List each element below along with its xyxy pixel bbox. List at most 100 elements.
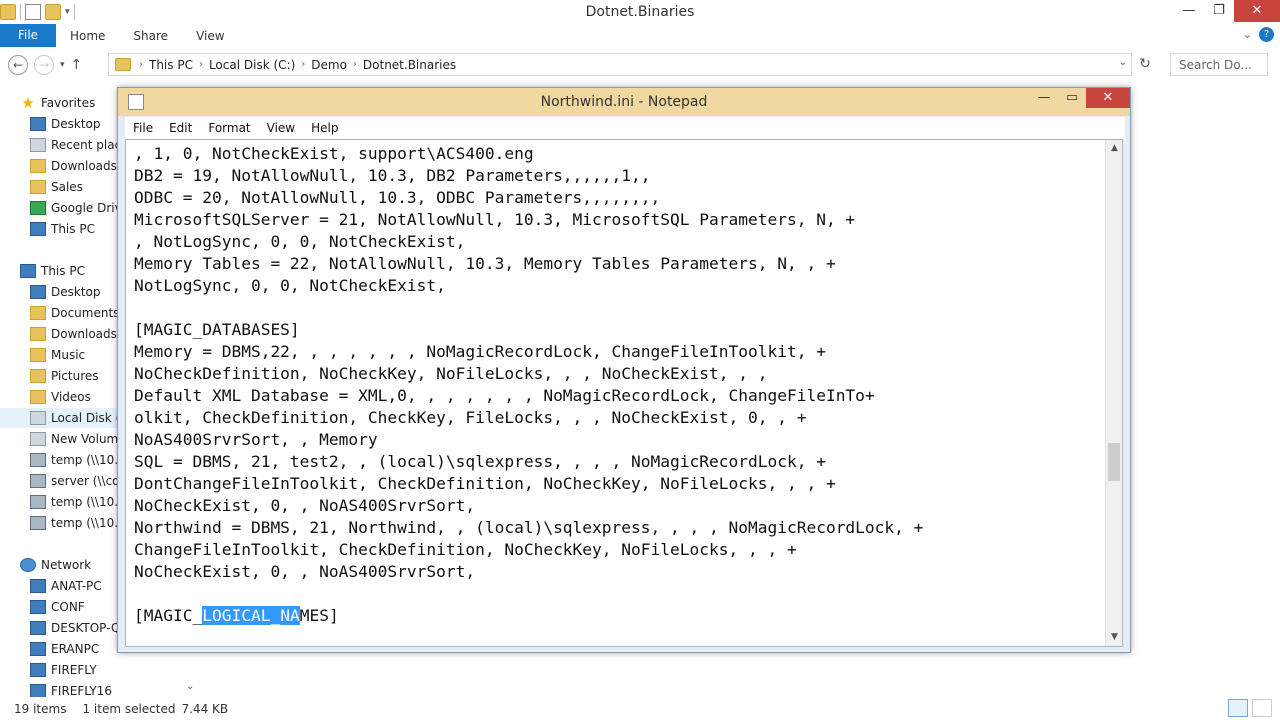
nav-item[interactable]: Google Drive bbox=[30, 198, 129, 218]
menu-view[interactable]: View bbox=[259, 121, 303, 135]
minimize-button[interactable]: — bbox=[1030, 88, 1058, 108]
maximize-button[interactable]: ▭ bbox=[1058, 88, 1086, 108]
notepad-text-area[interactable]: , 1, 0, NotCheckExist, support\ACS400.en… bbox=[125, 139, 1123, 647]
nav-label: ERANPC bbox=[51, 642, 100, 656]
nav-item[interactable]: Videos bbox=[30, 387, 91, 407]
menu-format[interactable]: Format bbox=[200, 121, 258, 135]
breadcrumb-demo[interactable]: Demo bbox=[307, 58, 351, 72]
notepad-window: Northwind.ini - Notepad — ▭ ✕ File Edit … bbox=[117, 87, 1131, 653]
text-line bbox=[134, 297, 923, 319]
nav-label: Desktop bbox=[51, 285, 101, 299]
nav-item[interactable]: New Volume bbox=[30, 429, 126, 449]
chevron-right-icon[interactable]: › bbox=[351, 59, 359, 70]
nav-item[interactable]: Recent place bbox=[30, 135, 129, 155]
nav-item[interactable]: Desktop bbox=[30, 282, 101, 302]
nav-item[interactable]: Downloads bbox=[30, 156, 117, 176]
text-line: DB2 = 19, NotAllowNull, 10.3, DB2 Parame… bbox=[134, 166, 651, 185]
notepad-title: Northwind.ini - Notepad bbox=[540, 94, 708, 110]
navigation-buttons: ← → ▾ ↑ bbox=[8, 55, 82, 75]
nav-item[interactable]: temp (\\10.1 bbox=[30, 492, 126, 512]
up-button[interactable]: ↑ bbox=[71, 57, 83, 73]
scroll-down-icon[interactable]: ⌄ bbox=[186, 681, 194, 692]
nav-this-pc[interactable]: This PC bbox=[20, 261, 85, 281]
text-line: NoCheckExist, 0, , NoAS400SrvrSort, bbox=[134, 562, 476, 581]
help-icon[interactable]: ? bbox=[1259, 27, 1274, 42]
tab-share[interactable]: Share bbox=[119, 29, 182, 43]
breadcrumb-local-disk[interactable]: Local Disk (C:) bbox=[205, 58, 299, 72]
nav-item[interactable]: ERANPC bbox=[30, 639, 99, 659]
chevron-right-icon[interactable]: › bbox=[197, 59, 205, 70]
nav-item[interactable]: server (\\con bbox=[30, 471, 127, 491]
nav-label: Videos bbox=[51, 390, 91, 404]
nav-label: FIREFLY16 bbox=[51, 684, 112, 697]
nav-item[interactable]: CONF bbox=[30, 597, 85, 617]
network-drive-icon bbox=[30, 453, 46, 467]
breadcrumb-dotnet-binaries[interactable]: Dotnet.Binaries bbox=[359, 58, 460, 72]
expand-ribbon-icon[interactable]: ⌄ bbox=[1243, 28, 1252, 41]
music-icon bbox=[30, 348, 46, 362]
nav-item[interactable]: Sales bbox=[30, 177, 83, 197]
address-bar[interactable]: › This PC › Local Disk (C:) › Demo › Dot… bbox=[108, 53, 1132, 76]
network-icon bbox=[20, 558, 36, 572]
nav-item[interactable]: This PC bbox=[30, 219, 95, 239]
text-line: ODBC = 20, NotAllowNull, 10.3, ODBC Para… bbox=[134, 188, 661, 207]
selection-count: 1 item selected bbox=[82, 701, 176, 716]
star-icon: ★ bbox=[21, 94, 35, 112]
nav-label: Network bbox=[41, 558, 92, 572]
nav-label: temp (\\10.1 bbox=[51, 495, 126, 509]
computer-icon bbox=[30, 684, 46, 697]
scroll-down-icon[interactable]: ▼ bbox=[1106, 629, 1122, 646]
chevron-right-icon[interactable]: › bbox=[299, 59, 307, 70]
text-line: NotLogSync, 0, 0, NotCheckExist, bbox=[134, 276, 446, 295]
notepad-window-controls: — ▭ ✕ bbox=[1030, 88, 1130, 108]
nav-item[interactable]: DESKTOP-QS bbox=[30, 618, 128, 638]
close-button[interactable]: ✕ bbox=[1086, 88, 1130, 108]
scrollbar-thumb[interactable] bbox=[1108, 443, 1120, 481]
back-button[interactable]: ← bbox=[8, 55, 28, 75]
nav-item[interactable]: ANAT-PC bbox=[30, 576, 102, 596]
videos-icon bbox=[30, 390, 46, 404]
nav-item[interactable]: Desktop bbox=[30, 114, 101, 134]
view-buttons bbox=[1228, 699, 1272, 717]
scroll-up-icon[interactable]: ▲ bbox=[1106, 140, 1122, 157]
close-button[interactable]: ✕ bbox=[1234, 0, 1280, 22]
nav-item[interactable]: FIREFLY16 bbox=[30, 681, 112, 697]
vertical-scrollbar[interactable]: ▲ ▼ bbox=[1105, 140, 1122, 646]
menu-file[interactable]: File bbox=[125, 121, 161, 135]
menu-edit[interactable]: Edit bbox=[161, 121, 200, 135]
notepad-content: , 1, 0, NotCheckExist, support\ACS400.en… bbox=[134, 143, 923, 627]
breadcrumb-this-pc[interactable]: This PC bbox=[145, 58, 197, 72]
google-drive-icon bbox=[30, 201, 46, 215]
chevron-right-icon[interactable]: › bbox=[137, 59, 145, 70]
tab-view[interactable]: View bbox=[182, 29, 238, 43]
computer-icon bbox=[30, 663, 46, 677]
nav-item[interactable]: Downloads bbox=[30, 324, 117, 344]
nav-network[interactable]: Network bbox=[20, 555, 91, 575]
chevron-down-icon[interactable]: ⌄ bbox=[1119, 57, 1127, 68]
window-controls: — ❐ ✕ bbox=[1174, 0, 1280, 22]
nav-favorites[interactable]: ★ Favorites bbox=[20, 93, 95, 113]
item-count: 19 items bbox=[14, 701, 67, 716]
nav-label: This PC bbox=[41, 264, 85, 278]
menu-help[interactable]: Help bbox=[303, 121, 346, 135]
search-input[interactable]: Search Do... bbox=[1170, 53, 1268, 76]
nav-item[interactable]: Pictures bbox=[30, 366, 99, 386]
nav-item[interactable]: Music bbox=[30, 345, 85, 365]
folder-icon bbox=[30, 180, 46, 194]
forward-button[interactable]: → bbox=[34, 55, 54, 75]
details-view-icon[interactable] bbox=[1228, 699, 1248, 717]
status-bar: 19 items 1 item selected 7.44 KB bbox=[0, 697, 1280, 720]
nav-item[interactable]: Documents bbox=[30, 303, 119, 323]
selection-size: 7.44 KB bbox=[181, 701, 229, 716]
nav-item[interactable]: temp (\\10.1 bbox=[30, 513, 126, 533]
maximize-button[interactable]: ❐ bbox=[1204, 0, 1234, 22]
large-icons-view-icon[interactable] bbox=[1252, 699, 1272, 717]
refresh-icon[interactable]: ↻ bbox=[1136, 56, 1154, 74]
nav-item[interactable]: temp (\\10.1 bbox=[30, 450, 126, 470]
minimize-button[interactable]: — bbox=[1174, 0, 1204, 22]
nav-item[interactable]: FIREFLY bbox=[30, 660, 97, 680]
text-line: Memory Tables = 22, NotAllowNull, 10.3, … bbox=[134, 254, 836, 273]
recent-locations-icon[interactable]: ▾ bbox=[60, 60, 65, 70]
tab-file[interactable]: File bbox=[0, 24, 56, 47]
tab-home[interactable]: Home bbox=[56, 29, 119, 43]
